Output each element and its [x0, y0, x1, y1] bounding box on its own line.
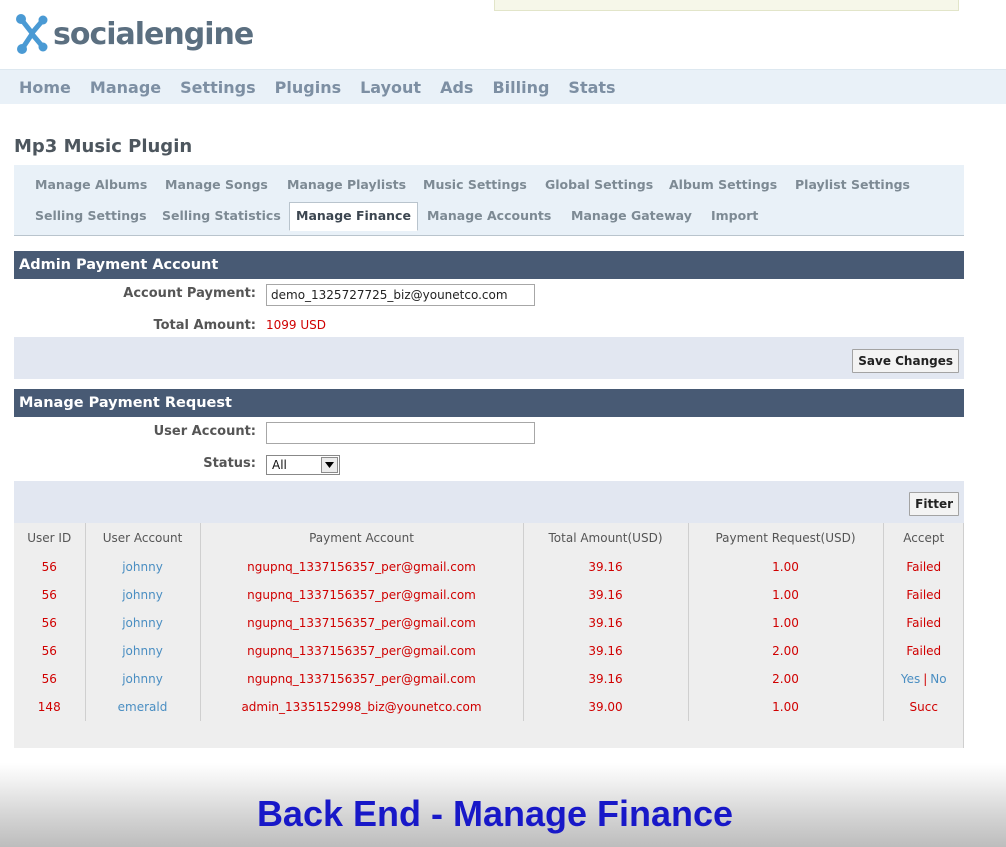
bottom-banner: Back End - Manage Finance	[0, 763, 1006, 847]
nav-item-manage[interactable]: Manage	[90, 78, 161, 97]
top-notice-bar	[494, 0, 959, 11]
cell-accept: Failed	[906, 588, 942, 602]
cell-payment-request: 2.00	[688, 665, 884, 693]
cell-payment-account: ngupnq_1337156357_per@gmail.com	[200, 665, 524, 693]
tab-music-settings[interactable]: Music Settings	[423, 177, 527, 192]
filter-action-bar: Fitter	[14, 481, 964, 523]
tab-selling-statistics[interactable]: Selling Statistics	[162, 208, 281, 223]
cell-payment-request: 1.00	[688, 609, 884, 637]
cell-user-account[interactable]: johnny	[85, 665, 201, 693]
cell-accept: Yes | No	[883, 665, 964, 693]
banner-caption: Back End - Manage Finance	[256, 793, 734, 834]
cell-payment-account: ngupnq_1337156357_per@gmail.com	[200, 581, 524, 609]
col-header-accept[interactable]: Accept	[883, 523, 964, 553]
plugin-tabs: Manage Albums Manage Songs Manage Playli…	[14, 165, 964, 236]
chevron-down-icon[interactable]	[321, 457, 338, 473]
cell-accept: Failed	[906, 616, 942, 630]
page-title: Mp3 Music Plugin	[14, 136, 193, 157]
nav-item-layout[interactable]: Layout	[360, 78, 421, 97]
cell-payment-request: 2.00	[688, 637, 884, 665]
table-row: 56 johnny ngupnq_1337156357_per@gmail.co…	[14, 609, 964, 637]
account-payment-input[interactable]	[266, 284, 535, 306]
logo-text: socialengine	[53, 16, 254, 52]
cell-payment-account: ngupnq_1337156357_per@gmail.com	[200, 609, 524, 637]
cell-user-account[interactable]: johnny	[85, 609, 201, 637]
cell-payment-request: 1.00	[688, 553, 884, 581]
status-select[interactable]: All	[266, 455, 340, 475]
cell-total-amount: 39.16	[523, 581, 689, 609]
admin-action-bar: Save Changes	[14, 337, 964, 379]
tab-manage-finance[interactable]: Manage Finance	[289, 202, 418, 231]
accept-separator: |	[923, 672, 928, 686]
tab-manage-gateway[interactable]: Manage Gateway	[571, 208, 692, 223]
total-amount-label: Total Amount:	[153, 318, 256, 333]
user-account-label: User Account:	[153, 424, 256, 439]
socialengine-x-logo-icon	[16, 14, 48, 54]
nav-item-stats[interactable]: Stats	[568, 78, 615, 97]
cell-payment-account: admin_1335152998_biz@younetco.com	[200, 693, 524, 721]
cell-user-account[interactable]: johnny	[85, 581, 201, 609]
tab-manage-playlists[interactable]: Manage Playlists	[287, 177, 406, 192]
tab-global-settings[interactable]: Global Settings	[545, 177, 653, 192]
cell-total-amount: 39.16	[523, 609, 689, 637]
tab-manage-accounts[interactable]: Manage Accounts	[427, 208, 551, 223]
admin-payment-header: Admin Payment Account	[14, 251, 964, 279]
account-payment-label: Account Payment:	[123, 286, 256, 301]
col-header-payment-account[interactable]: Payment Account	[200, 523, 524, 553]
cell-user-id: 56	[14, 609, 86, 637]
table-header-row: User ID User Account Payment Account Tot…	[14, 523, 964, 553]
tab-manage-albums[interactable]: Manage Albums	[35, 177, 147, 192]
cell-accept: Succ	[909, 700, 938, 714]
cell-total-amount: 39.00	[523, 693, 689, 721]
nav-item-ads[interactable]: Ads	[440, 78, 473, 97]
brand-logo[interactable]: socialengine	[15, 12, 254, 56]
table-row: 56 johnny ngupnq_1337156357_per@gmail.co…	[14, 665, 964, 693]
tab-album-settings[interactable]: Album Settings	[669, 177, 777, 192]
cell-total-amount: 39.16	[523, 637, 689, 665]
total-amount-value: 1099 USD	[266, 318, 326, 332]
accept-no-link[interactable]: No	[930, 672, 946, 686]
tab-selling-settings[interactable]: Selling Settings	[35, 208, 147, 223]
table-row: 56 johnny ngupnq_1337156357_per@gmail.co…	[14, 637, 964, 665]
col-header-user-account[interactable]: User Account	[85, 523, 201, 553]
cell-payment-account: ngupnq_1337156357_per@gmail.com	[200, 553, 524, 581]
cell-user-account[interactable]: johnny	[85, 637, 201, 665]
cell-payment-request: 1.00	[688, 693, 884, 721]
cell-user-id: 56	[14, 581, 86, 609]
cell-accept: Failed	[906, 644, 942, 658]
accept-yes-link[interactable]: Yes	[901, 672, 920, 686]
col-header-payment-request[interactable]: Payment Request(USD)	[688, 523, 884, 553]
user-account-input[interactable]	[266, 422, 535, 444]
nav-item-billing[interactable]: Billing	[492, 78, 549, 97]
cell-user-id: 56	[14, 665, 86, 693]
cell-user-id: 56	[14, 553, 86, 581]
cell-user-account[interactable]: johnny	[85, 553, 201, 581]
cell-payment-request: 1.00	[688, 581, 884, 609]
save-changes-button[interactable]: Save Changes	[852, 349, 959, 373]
table-row: 56 johnny ngupnq_1337156357_per@gmail.co…	[14, 553, 964, 581]
col-header-total-amount[interactable]: Total Amount(USD)	[523, 523, 689, 553]
cell-user-id: 56	[14, 637, 86, 665]
nav-item-settings[interactable]: Settings	[180, 78, 256, 97]
status-selected-value: All	[272, 458, 287, 472]
cell-payment-account: ngupnq_1337156357_per@gmail.com	[200, 637, 524, 665]
cell-user-id: 148	[14, 693, 86, 721]
payment-request-table: User ID User Account Payment Account Tot…	[14, 523, 964, 748]
cell-total-amount: 39.16	[523, 553, 689, 581]
tab-manage-songs[interactable]: Manage Songs	[165, 177, 268, 192]
cell-accept: Failed	[906, 560, 942, 574]
nav-item-plugins[interactable]: Plugins	[275, 78, 341, 97]
table-row: 56 johnny ngupnq_1337156357_per@gmail.co…	[14, 581, 964, 609]
tab-import[interactable]: Import	[711, 208, 758, 223]
cell-user-account[interactable]: emerald	[85, 693, 201, 721]
main-nav: Home Manage Settings Plugins Layout Ads …	[0, 69, 1006, 104]
col-header-user-id[interactable]: User ID	[14, 523, 86, 553]
nav-item-home[interactable]: Home	[19, 78, 71, 97]
filter-button[interactable]: Fitter	[909, 492, 959, 516]
table-row: 148 emerald admin_1335152998_biz@younetc…	[14, 693, 964, 721]
payment-request-header: Manage Payment Request	[14, 389, 964, 417]
tab-playlist-settings[interactable]: Playlist Settings	[795, 177, 910, 192]
cell-total-amount: 39.16	[523, 665, 689, 693]
status-label: Status:	[203, 456, 256, 471]
